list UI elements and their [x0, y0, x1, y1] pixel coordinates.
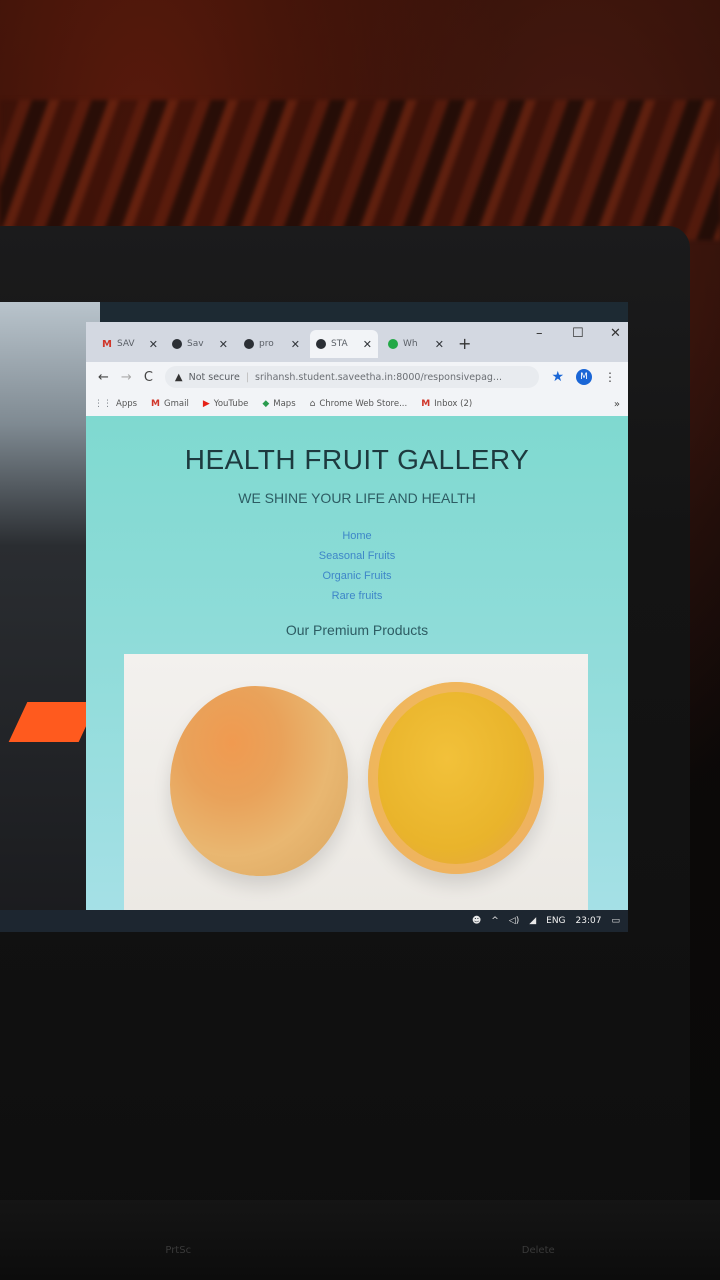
- chevron-up-icon[interactable]: ^: [491, 916, 499, 926]
- bookmark-star-icon[interactable]: ★: [551, 369, 564, 385]
- bookmarks-overflow-button[interactable]: »: [614, 399, 620, 410]
- bookmark-youtube[interactable]: ▶ YouTube: [203, 399, 249, 409]
- gmail-icon: M: [102, 338, 112, 350]
- back-arrow-icon[interactable]: ←: [98, 370, 109, 385]
- gmail-icon: M: [421, 399, 431, 409]
- people-icon[interactable]: ☻: [472, 916, 481, 926]
- nav-link-seasonal-fruits[interactable]: Seasonal Fruits: [86, 546, 628, 566]
- tab-label: SAV: [116, 339, 135, 349]
- tab-whatsapp[interactable]: Wh ✕: [382, 330, 450, 358]
- close-icon[interactable]: ✕: [291, 338, 300, 351]
- gmail-icon: M: [151, 399, 161, 409]
- volume-icon[interactable]: ◁): [509, 916, 519, 926]
- forward-arrow-icon[interactable]: →: [121, 370, 132, 385]
- url-field[interactable]: ▲ Not secure | srihansh.student.saveetha…: [164, 366, 540, 388]
- key-prtsc: PrtSc: [165, 1245, 192, 1256]
- nav-link-home[interactable]: Home: [86, 526, 628, 546]
- web-page: HEALTH FRUIT GALLERY WE SHINE YOUR LIFE …: [86, 416, 628, 912]
- apps-grid-icon: ⋮⋮: [94, 399, 112, 409]
- youtube-icon: ▶: [202, 399, 210, 409]
- close-icon[interactable]: ✕: [219, 338, 228, 351]
- globe-icon: [172, 339, 182, 349]
- wifi-icon[interactable]: ◢: [529, 916, 536, 926]
- bookmark-label: Apps: [116, 399, 138, 409]
- bookmark-maps[interactable]: ◆ Maps: [262, 399, 295, 409]
- tab-sav-mail[interactable]: M SAV ✕: [96, 330, 164, 358]
- tab-strip: M SAV ✕ Sav ✕ pro ✕ STA ✕ Wh ✕ + – ☐ ✕: [86, 322, 628, 362]
- globe-icon: [244, 339, 254, 349]
- bookmark-label: Maps: [273, 399, 296, 409]
- whole-mango: [170, 686, 348, 876]
- tab-sta-active[interactable]: STA ✕: [310, 330, 378, 358]
- tab-label: Sav: [187, 339, 204, 349]
- tab-label: pro: [259, 339, 274, 349]
- minimize-button[interactable]: –: [536, 326, 543, 341]
- bookmark-webstore[interactable]: ⌂ Chrome Web Store...: [310, 399, 408, 409]
- url-text[interactable]: srihansh.student.saveetha.in:8000/respon…: [255, 372, 502, 383]
- bookmark-label: Chrome Web Store...: [319, 399, 408, 409]
- taskbar-clock[interactable]: 23:07: [576, 916, 602, 926]
- tab-sav[interactable]: Sav ✕: [166, 330, 234, 358]
- close-icon[interactable]: ✕: [435, 338, 444, 351]
- close-window-button[interactable]: ✕: [610, 326, 621, 341]
- function-key-row: PrtSc Delete: [0, 1245, 720, 1256]
- page-subtitle: WE SHINE YOUR LIFE AND HEALTH: [238, 490, 476, 506]
- maps-icon: ◆: [262, 399, 270, 409]
- new-tab-button[interactable]: +: [458, 334, 471, 353]
- address-bar-row: ← → C ▲ Not secure | srihansh.student.sa…: [86, 362, 628, 392]
- language-indicator[interactable]: ENG: [546, 916, 565, 926]
- bookmark-gmail[interactable]: M Gmail: [151, 399, 189, 409]
- bookmark-apps[interactable]: ⋮⋮ Apps: [94, 399, 137, 409]
- page-title: HEALTH FRUIT GALLERY: [184, 444, 530, 475]
- page-nav: Home Seasonal Fruits Organic Fruits Rare…: [86, 526, 628, 606]
- windows-taskbar: ☻ ^ ◁) ◢ ENG 23:07 ▭: [0, 910, 628, 932]
- close-icon[interactable]: ✕: [149, 338, 158, 351]
- tab-label: Wh: [403, 339, 418, 349]
- bookmarks-bar: ⋮⋮ Apps M Gmail ▶ YouTube ◆ Maps ⌂ Chrom…: [86, 392, 628, 417]
- cut-mango: [368, 682, 544, 874]
- notifications-icon[interactable]: ▭: [611, 916, 620, 926]
- menu-kebab-icon[interactable]: ⋮: [604, 370, 616, 384]
- laptop-keyboard: [0, 1200, 720, 1280]
- desktop-wallpaper: [0, 302, 100, 912]
- bookmark-inbox[interactable]: M Inbox (2): [421, 399, 472, 409]
- carpet-background: [0, 100, 720, 240]
- products-heading: Our Premium Products: [285, 622, 429, 638]
- bookmark-label: YouTube: [213, 399, 249, 409]
- close-icon[interactable]: ✕: [363, 338, 372, 351]
- webstore-icon: ⌂: [309, 399, 316, 409]
- key-delete: Delete: [521, 1245, 555, 1256]
- maximize-button[interactable]: ☐: [572, 326, 584, 341]
- tab-label: STA: [331, 339, 348, 349]
- tab-pro[interactable]: pro ✕: [238, 330, 306, 358]
- laptop-screen: M SAV ✕ Sav ✕ pro ✕ STA ✕ Wh ✕ + – ☐ ✕ ←…: [0, 302, 628, 932]
- profile-avatar[interactable]: M: [576, 369, 592, 385]
- nav-link-organic-fruits[interactable]: Organic Fruits: [86, 566, 628, 586]
- warning-triangle-icon: ▲: [174, 371, 183, 383]
- url-divider: |: [245, 371, 250, 383]
- product-image-mangoes: [124, 654, 588, 912]
- bookmark-label: Gmail: [164, 399, 189, 409]
- reload-icon[interactable]: C: [144, 370, 153, 385]
- bookmark-label: Inbox (2): [434, 399, 473, 409]
- globe-icon: [316, 339, 326, 349]
- nav-link-rare-fruits[interactable]: Rare fruits: [86, 586, 628, 606]
- motorcycle-graphic: [8, 702, 98, 742]
- security-label[interactable]: Not secure: [189, 372, 240, 383]
- browser-window: M SAV ✕ Sav ✕ pro ✕ STA ✕ Wh ✕ + – ☐ ✕ ←…: [86, 322, 628, 912]
- whatsapp-icon: [388, 339, 398, 349]
